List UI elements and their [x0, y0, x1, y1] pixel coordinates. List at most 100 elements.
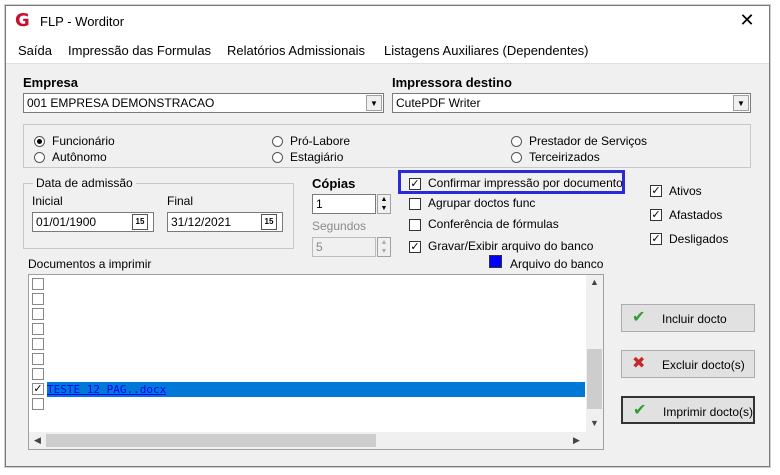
scroll-right-icon[interactable]: ▶ [569, 435, 584, 446]
empresa-label: Empresa [23, 75, 78, 90]
main-panel: Empresa 001 EMPRESA DEMONSTRACAO ▼ Impre… [14, 66, 761, 458]
inicial-label: Inicial [32, 194, 63, 208]
close-icon[interactable]: ✕ [737, 10, 757, 30]
row-checkbox[interactable] [32, 278, 44, 290]
excluir-docto-button[interactable]: ✖ Excluir docto(s) [621, 350, 755, 378]
app-logo-icon: G [15, 10, 30, 31]
row-checkbox[interactable] [32, 293, 44, 305]
row-checkbox[interactable] [32, 338, 44, 350]
confirmar-impressao-label: Confirmar impressão por documento [428, 176, 623, 190]
radio-autonomo-label: Autônomo [52, 150, 107, 164]
check-conferencia-formulas[interactable] [409, 219, 421, 231]
check-desligados[interactable]: ✓ [650, 233, 662, 245]
empresa-select[interactable]: 001 EMPRESA DEMONSTRACAO ▼ [23, 93, 384, 113]
radio-funcionario[interactable] [34, 136, 45, 147]
imprimir-docto-button[interactable]: ✔ Imprimir docto(s) [621, 396, 755, 424]
excluir-docto-label: Excluir docto(s) [662, 358, 745, 372]
row-checkbox[interactable] [32, 353, 44, 365]
menu-relatorios-admissionais[interactable]: Relatórios Admissionais [227, 43, 365, 58]
document-name[interactable]: TESTE 12 PAG..docx [47, 382, 585, 397]
list-item[interactable]: ✓ TESTE 12 PAG..docx [29, 382, 585, 397]
ativos-label: Ativos [669, 184, 702, 198]
radio-autonomo[interactable] [34, 152, 45, 163]
list-item[interactable] [29, 367, 585, 382]
menu-bar: Saída Impressão das Formulas Relatórios … [6, 36, 769, 64]
empresa-value: 001 EMPRESA DEMONSTRACAO [27, 96, 215, 110]
gravar-exibir-label: Gravar/Exibir arquivo do banco [428, 239, 594, 253]
scroll-thumb[interactable] [46, 434, 376, 447]
agrupar-doctos-label: Agrupar doctos func [428, 196, 536, 210]
vertical-scrollbar[interactable]: ▲ ▼ [586, 275, 603, 433]
final-date-value: 31/12/2021 [171, 215, 232, 229]
window-title: FLP - Worditor [40, 14, 125, 29]
list-item[interactable] [29, 397, 585, 412]
scroll-down-icon[interactable]: ▼ [587, 418, 602, 428]
horizontal-scrollbar[interactable]: ◀ ▶ [29, 432, 603, 449]
radio-pro-labore-label: Pró-Labore [290, 134, 351, 148]
copias-input[interactable]: 1 [312, 194, 376, 214]
row-checkbox[interactable] [32, 308, 44, 320]
incluir-docto-label: Incluir docto [662, 312, 727, 326]
segundos-value: 5 [316, 240, 323, 254]
check-gravar-exibir[interactable]: ✓ [409, 241, 421, 253]
title-bar: G FLP - Worditor ✕ [6, 6, 769, 36]
radio-terceirizados[interactable] [511, 152, 522, 163]
list-item[interactable] [29, 277, 585, 292]
chevron-down-icon[interactable]: ▼ [366, 95, 382, 111]
menu-listagens-auxiliares[interactable]: Listagens Auxiliares (Dependentes) [384, 43, 589, 58]
chevron-down-icon[interactable]: ▼ [733, 95, 749, 111]
final-label: Final [167, 194, 194, 208]
row-checkbox[interactable]: ✓ [32, 383, 44, 395]
check-icon: ✔ [632, 309, 646, 326]
menu-saida[interactable]: Saída [18, 43, 52, 58]
check-afastados[interactable]: ✓ [650, 209, 662, 221]
check-agrupar-doctos[interactable] [409, 198, 421, 210]
scroll-left-icon[interactable]: ◀ [30, 435, 45, 446]
conferencia-formulas-label: Conferência de fórmulas [428, 217, 559, 231]
imprimir-docto-label: Imprimir docto(s) [663, 405, 754, 419]
documentos-label: Documentos a imprimir [28, 257, 152, 271]
radio-funcionario-label: Funcionário [52, 134, 115, 148]
radio-prestador-label: Prestador de Serviços [529, 134, 648, 148]
row-checkbox[interactable] [32, 323, 44, 335]
impressora-select[interactable]: CutePDF Writer ▼ [392, 93, 751, 113]
app-window: G FLP - Worditor ✕ Saída Impressão das F… [5, 5, 770, 467]
arquivo-banco-color-swatch [489, 255, 502, 268]
copias-spinner[interactable]: ▲ ▼ [377, 194, 391, 214]
row-checkbox[interactable] [32, 368, 44, 380]
segundos-input[interactable]: 5 [312, 237, 376, 257]
calendar-icon[interactable]: 15 [261, 214, 277, 230]
list-item[interactable] [29, 352, 585, 367]
list-item[interactable] [29, 292, 585, 307]
desligados-label: Desligados [669, 232, 729, 246]
impressora-value: CutePDF Writer [396, 96, 481, 110]
incluir-docto-button[interactable]: ✔ Incluir docto [621, 304, 755, 332]
documentos-list[interactable]: ✓ TESTE 12 PAG..docx ▲ ▼ ◀ ▶ [28, 274, 604, 450]
check-ativos[interactable]: ✓ [650, 185, 662, 197]
radio-prestador[interactable] [511, 136, 522, 147]
radio-pro-labore[interactable] [272, 136, 283, 147]
scroll-up-icon[interactable]: ▲ [587, 277, 602, 287]
segundos-spinner[interactable]: ▲ ▼ [377, 237, 391, 257]
afastados-label: Afastados [669, 208, 723, 222]
copias-label: Cópias [312, 176, 356, 191]
calendar-icon[interactable]: 15 [132, 214, 148, 230]
list-item[interactable] [29, 322, 585, 337]
row-checkbox[interactable] [32, 398, 44, 410]
radio-estagiario-label: Estagiário [290, 150, 344, 164]
menu-impressao-formulas[interactable]: Impressão das Formulas [68, 43, 211, 58]
check-icon: ✔ [633, 402, 647, 419]
inicial-date-value: 01/01/1900 [36, 215, 97, 229]
x-icon: ✖ [632, 355, 646, 372]
admissao-label: Data de admissão [33, 176, 136, 190]
segundos-label: Segundos [312, 219, 367, 233]
scroll-thumb[interactable] [587, 349, 602, 409]
arquivo-banco-label: Arquivo do banco [510, 257, 604, 271]
list-item[interactable] [29, 337, 585, 352]
impressora-label: Impressora destino [392, 75, 512, 90]
radio-estagiario[interactable] [272, 152, 283, 163]
radio-terceirizados-label: Terceirizados [529, 150, 600, 164]
list-item[interactable] [29, 307, 585, 322]
check-confirmar-impressao[interactable]: ✓ [409, 178, 421, 190]
copias-value: 1 [316, 197, 323, 211]
